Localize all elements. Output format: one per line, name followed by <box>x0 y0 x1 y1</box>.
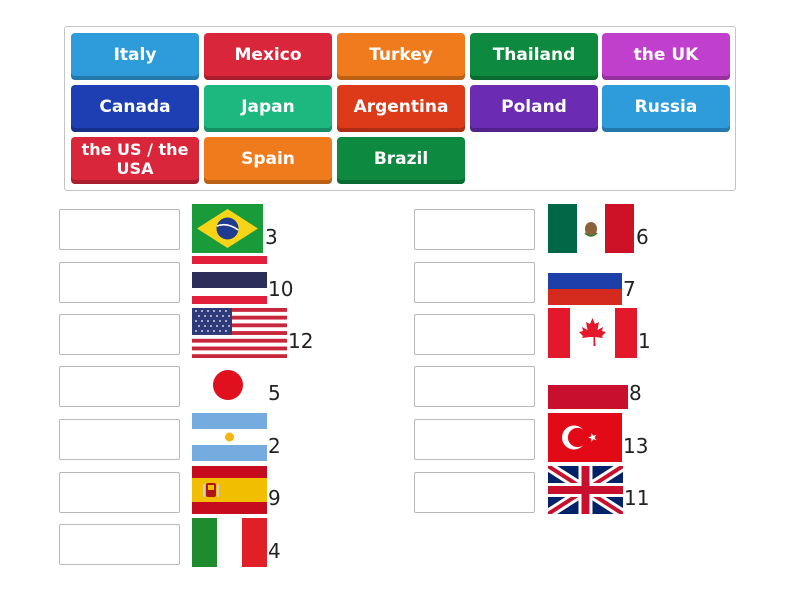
russia-flag <box>548 257 622 305</box>
answer-slot-1[interactable] <box>59 209 180 250</box>
usa-flag <box>192 308 287 358</box>
answer-slot-2[interactable] <box>59 262 180 303</box>
flag-number: 1 <box>638 329 651 353</box>
tile-mexico[interactable]: Mexico <box>204 33 332 80</box>
flag-number: 7 <box>623 277 636 301</box>
match-up-activity: Italy Mexico Turkey Thailand the UK Cana… <box>0 0 800 600</box>
flag-number: 13 <box>623 434 649 458</box>
japan-flag <box>192 361 264 409</box>
tile-italy[interactable]: Italy <box>71 33 199 80</box>
italy-flag <box>192 518 267 567</box>
answer-slot-9[interactable] <box>414 262 535 303</box>
turkey-flag <box>548 413 622 462</box>
answer-slot-7[interactable] <box>59 524 180 565</box>
tile-the-us-the-usa[interactable]: the US / the USA <box>71 137 199 184</box>
flag-number: 10 <box>268 277 294 301</box>
flag-number: 5 <box>268 381 281 405</box>
mexico-flag <box>548 204 634 253</box>
argentina-flag <box>192 413 267 461</box>
spain-flag <box>192 466 267 514</box>
tile-thailand[interactable]: Thailand <box>470 33 598 80</box>
answer-slot-6[interactable] <box>59 472 180 513</box>
thailand-flag <box>192 256 267 304</box>
answer-slot-10[interactable] <box>414 314 535 355</box>
tile-poland[interactable]: Poland <box>470 85 598 132</box>
word-bank: Italy Mexico Turkey Thailand the UK Cana… <box>64 26 736 191</box>
tile-the-uk[interactable]: the UK <box>602 33 730 80</box>
uk-flag <box>548 466 623 514</box>
tile-brazil[interactable]: Brazil <box>337 137 465 184</box>
tile-turkey[interactable]: Turkey <box>337 33 465 80</box>
flag-number: 6 <box>636 225 649 249</box>
tile-russia[interactable]: Russia <box>602 85 730 132</box>
answer-slot-4[interactable] <box>59 366 180 407</box>
tile-canada[interactable]: Canada <box>71 85 199 132</box>
answer-slot-8[interactable] <box>414 209 535 250</box>
answer-slot-12[interactable] <box>414 419 535 460</box>
flag-number: 3 <box>265 225 278 249</box>
answer-slot-5[interactable] <box>59 419 180 460</box>
tile-spain[interactable]: Spain <box>204 137 332 184</box>
tile-japan[interactable]: Japan <box>204 85 332 132</box>
answer-slot-13[interactable] <box>414 472 535 513</box>
flag-number: 9 <box>268 486 281 510</box>
flag-number: 11 <box>624 486 650 510</box>
brazil-flag <box>192 204 263 253</box>
flag-number: 2 <box>268 434 281 458</box>
answer-slot-11[interactable] <box>414 366 535 407</box>
flag-number: 12 <box>288 329 314 353</box>
flag-number: 4 <box>268 539 281 563</box>
canada-flag <box>548 308 637 358</box>
answer-slot-3[interactable] <box>59 314 180 355</box>
poland-flag <box>548 361 628 409</box>
tile-argentina[interactable]: Argentina <box>337 85 465 132</box>
flag-number: 8 <box>629 381 642 405</box>
